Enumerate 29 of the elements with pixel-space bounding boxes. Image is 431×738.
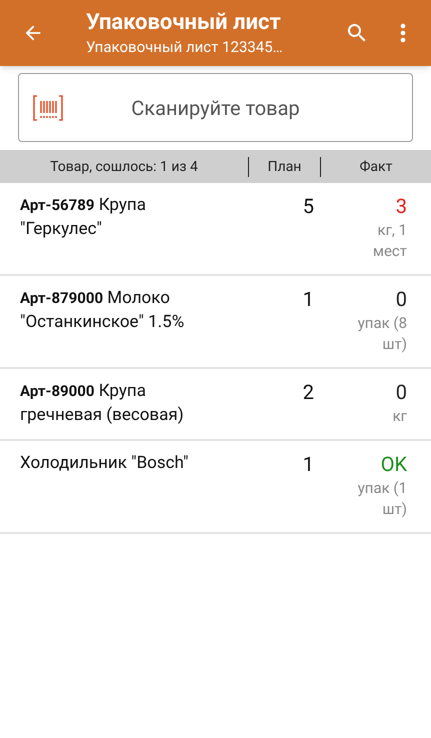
barcode-icon [33, 94, 63, 120]
window-subtitle: Упаковочный лист 123345… [86, 37, 284, 57]
more-vertical-icon [400, 23, 406, 43]
fact-quantity: 3 [396, 194, 407, 218]
product-name: Арт-56789 Крупа "Геркулес" [20, 194, 147, 241]
scan-placeholder: Сканируйте товар [130, 94, 301, 122]
unit-label: кг [392, 406, 407, 427]
plan-quantity: 1 [302, 452, 314, 476]
list-row[interactable]: Арт-56789 Крупа "Геркулес" 5 3 кг, 1 мест [0, 183, 431, 276]
product-name: Арт-89000 Крупа гречневая (весовая) [20, 380, 185, 427]
column-header: Товар, сошлось: 1 из 4 [0, 156, 249, 176]
unit-label: упак (1 шт) [356, 478, 407, 520]
product-name: Холодильник "Bosch" [20, 452, 190, 475]
plan-quantity: 5 [302, 194, 314, 218]
fact-quantity: 0 [396, 380, 407, 404]
list-row[interactable]: Арт-89000 Крупа гречневая (весовая) 2 0 кг [0, 369, 431, 441]
unit-label: кг, 1 мест [372, 220, 407, 262]
list-row[interactable]: Холодильник "Bosch" 1 OK упак (1 шт) [0, 441, 431, 534]
list-row[interactable]: Арт-879000 Молоко "Останкинское" 1.5% 1 0 упак (8 шт) [0, 276, 431, 369]
fact-quantity: OK [380, 452, 407, 476]
column-header: План [249, 156, 321, 176]
scan-field[interactable]: Сканируйте товар [18, 73, 413, 142]
fact-quantity: 0 [396, 287, 407, 311]
unit-label: упак (8 шт) [356, 313, 407, 355]
plan-quantity: 2 [302, 380, 314, 404]
plan-quantity: 1 [302, 287, 314, 311]
product-name: Арт-879000 Молоко "Останкинское" 1.5% [20, 287, 186, 334]
column-header: Факт [358, 158, 394, 176]
window-title: Упаковочный лист [86, 9, 282, 37]
